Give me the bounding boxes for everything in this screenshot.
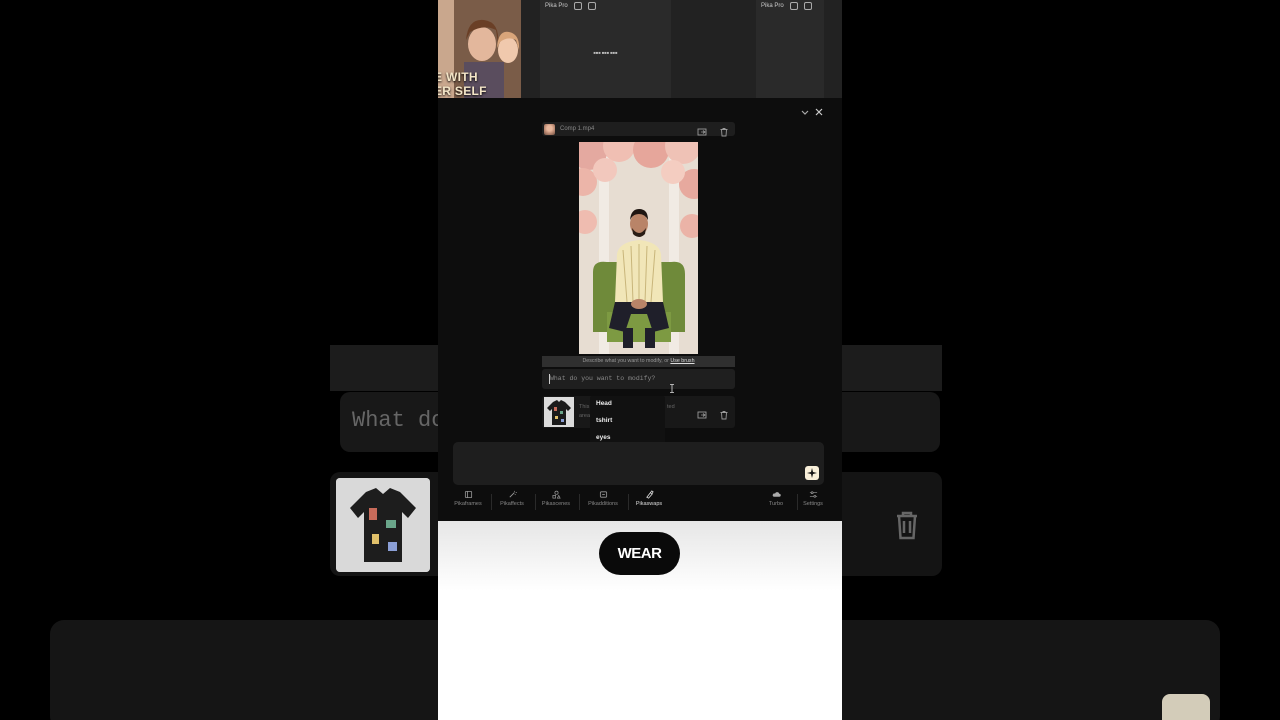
file-name: Comp 1.mp4 bbox=[560, 126, 595, 132]
modify-input[interactable]: What do you want to modify? bbox=[542, 369, 735, 389]
nav-label: Pikaframes bbox=[454, 501, 482, 507]
hint-text: Describe what you want to modify, or bbox=[582, 358, 671, 364]
gallery-card-1[interactable]: Pika Pro ■■■ ■■■ ■■■ bbox=[540, 0, 671, 98]
nav-label: Settings bbox=[803, 501, 823, 507]
card-1-processing-text: ■■■ ■■■ ■■■ bbox=[593, 50, 618, 55]
nav-label: Pikascenes bbox=[541, 501, 571, 507]
retry-icon[interactable] bbox=[573, 2, 582, 10]
card-1-label: Pika Pro bbox=[545, 3, 568, 9]
nav-settings[interactable]: Settings bbox=[791, 490, 835, 507]
modify-hint-bar: Describe what you want to modify, or Use… bbox=[542, 356, 735, 367]
dropdown-option-eyes[interactable]: eyes bbox=[596, 434, 610, 441]
dropdown-option-head[interactable]: Head bbox=[596, 400, 612, 407]
source-file-bar: Comp 1.mp4 bbox=[542, 122, 735, 137]
nav-label: Pikaffects bbox=[500, 501, 524, 507]
swap-editor-panel: Comp 1.mp4 Describe what you want to mod… bbox=[438, 98, 842, 522]
caption-word: WEAR bbox=[599, 532, 680, 575]
nav-pikaffects[interactable]: Pikaffects bbox=[490, 490, 534, 507]
retry-icon[interactable] bbox=[789, 2, 798, 10]
cloud-icon bbox=[772, 492, 781, 497]
region-dropdown: Head tshirt eyes bbox=[590, 396, 665, 448]
swap-text-right: ted bbox=[667, 404, 675, 410]
video-gallery: E WITH ER SELF Pika Pro ■■■ ■■■ ■■■ Pika… bbox=[438, 0, 842, 98]
replace-reference-icon[interactable] bbox=[697, 407, 707, 419]
nav-divider bbox=[579, 494, 580, 510]
background-shirt-thumbnail bbox=[336, 478, 430, 572]
chevron-down-icon[interactable] bbox=[800, 107, 810, 117]
phone-screen: E WITH ER SELF Pika Pro ■■■ ■■■ ■■■ Pika… bbox=[438, 0, 842, 720]
nav-label: Pikaswaps bbox=[635, 501, 663, 507]
shirt-reference-thumbnail[interactable] bbox=[544, 397, 574, 427]
text-cursor-icon bbox=[670, 380, 674, 393]
dropdown-option-tshirt[interactable]: tshirt bbox=[596, 417, 612, 424]
background-generate-button bbox=[1162, 694, 1210, 720]
file-avatar bbox=[544, 123, 555, 135]
card-2-label: Pika Pro bbox=[761, 3, 784, 9]
add-frame-icon bbox=[599, 491, 607, 498]
magic-wand-icon bbox=[508, 490, 517, 498]
swap-description: This area bbox=[579, 403, 590, 421]
caption-area: WEAR bbox=[438, 521, 842, 720]
nav-pikaswaps[interactable]: Pikaswaps bbox=[627, 490, 671, 507]
brush-icon bbox=[645, 490, 654, 499]
swap-text-left2: area bbox=[579, 413, 591, 419]
frames-icon bbox=[464, 490, 472, 499]
nav-pikadditions[interactable]: Pikadditions bbox=[581, 490, 625, 507]
sliders-icon bbox=[809, 491, 817, 498]
replace-file-icon[interactable] bbox=[697, 124, 707, 136]
nav-pikascenes[interactable]: Pikascenes bbox=[534, 490, 578, 507]
gallery-thumbnail-family[interactable]: E WITH ER SELF bbox=[438, 0, 521, 98]
prompt-box[interactable] bbox=[453, 442, 824, 485]
shapes-icon bbox=[552, 490, 561, 499]
nav-pikaframes[interactable]: Pikaframes bbox=[446, 490, 490, 507]
use-brush-link[interactable]: Use brush bbox=[670, 358, 694, 364]
generate-button[interactable] bbox=[805, 466, 819, 480]
swap-text-left: This bbox=[579, 404, 590, 410]
background-input-text: What do bbox=[352, 408, 445, 433]
tool-nav: Pikaframes Pikaffects Pikascenes Pikaddi… bbox=[438, 490, 842, 520]
thumbnail-caption-line2: ER SELF bbox=[438, 84, 487, 98]
expand-icon[interactable] bbox=[587, 2, 596, 10]
trash-icon[interactable] bbox=[719, 124, 729, 137]
gallery-card-2[interactable]: Pika Pro bbox=[756, 0, 824, 98]
thumbnail-caption-line1: E WITH bbox=[438, 70, 478, 84]
expand-icon[interactable] bbox=[803, 2, 812, 10]
background-trash-icon bbox=[894, 510, 920, 540]
close-icon[interactable] bbox=[814, 107, 824, 117]
video-preview bbox=[579, 142, 698, 354]
screen: What do E WITH ER SELF Pika Pro ■■■ ■■■ … bbox=[0, 0, 1280, 720]
nav-label: Pikadditions bbox=[588, 501, 618, 507]
sparkle-icon bbox=[807, 468, 817, 478]
trash-icon[interactable] bbox=[719, 407, 729, 420]
